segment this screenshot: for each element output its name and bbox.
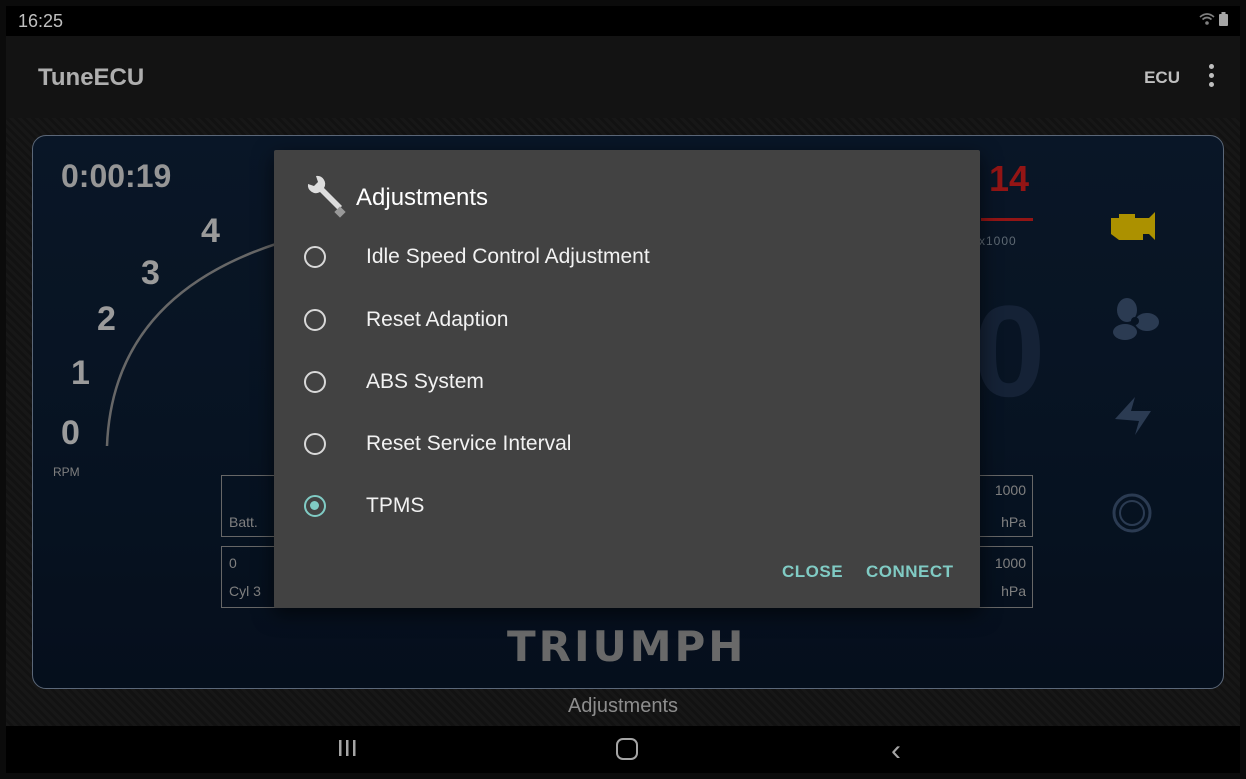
radio-abs-system[interactable] [304,371,326,393]
radio-reset-service[interactable] [304,433,326,455]
connect-button[interactable]: CONNECT [866,562,954,582]
option-label: Reset Service Interval [366,432,572,455]
screen: 16:25 TuneECU ECU 0:00:19 0 1 2 3 4 RPM … [6,6,1240,773]
option-label: TPMS [366,494,425,517]
radio-reset-adaption[interactable] [304,309,326,331]
option-abs-system[interactable]: ABS System [304,359,944,405]
option-label: Reset Adaption [366,308,509,331]
radio-idle-speed[interactable] [304,246,326,268]
option-tpms[interactable]: TPMS [304,483,944,529]
option-label: ABS System [366,370,484,393]
close-button[interactable]: CLOSE [782,562,843,582]
option-reset-adaption[interactable]: Reset Adaption [304,297,944,343]
option-idle-speed[interactable]: Idle Speed Control Adjustment [304,234,944,280]
option-reset-service[interactable]: Reset Service Interval [304,421,944,467]
option-label: Idle Speed Control Adjustment [366,245,650,268]
adjustments-dialog: Adjustments Idle Speed Control Adjustmen… [274,150,980,608]
radio-tpms-selected[interactable] [304,495,326,517]
dialog-title: Adjustments [356,184,489,211]
wrench-icon [307,175,346,218]
